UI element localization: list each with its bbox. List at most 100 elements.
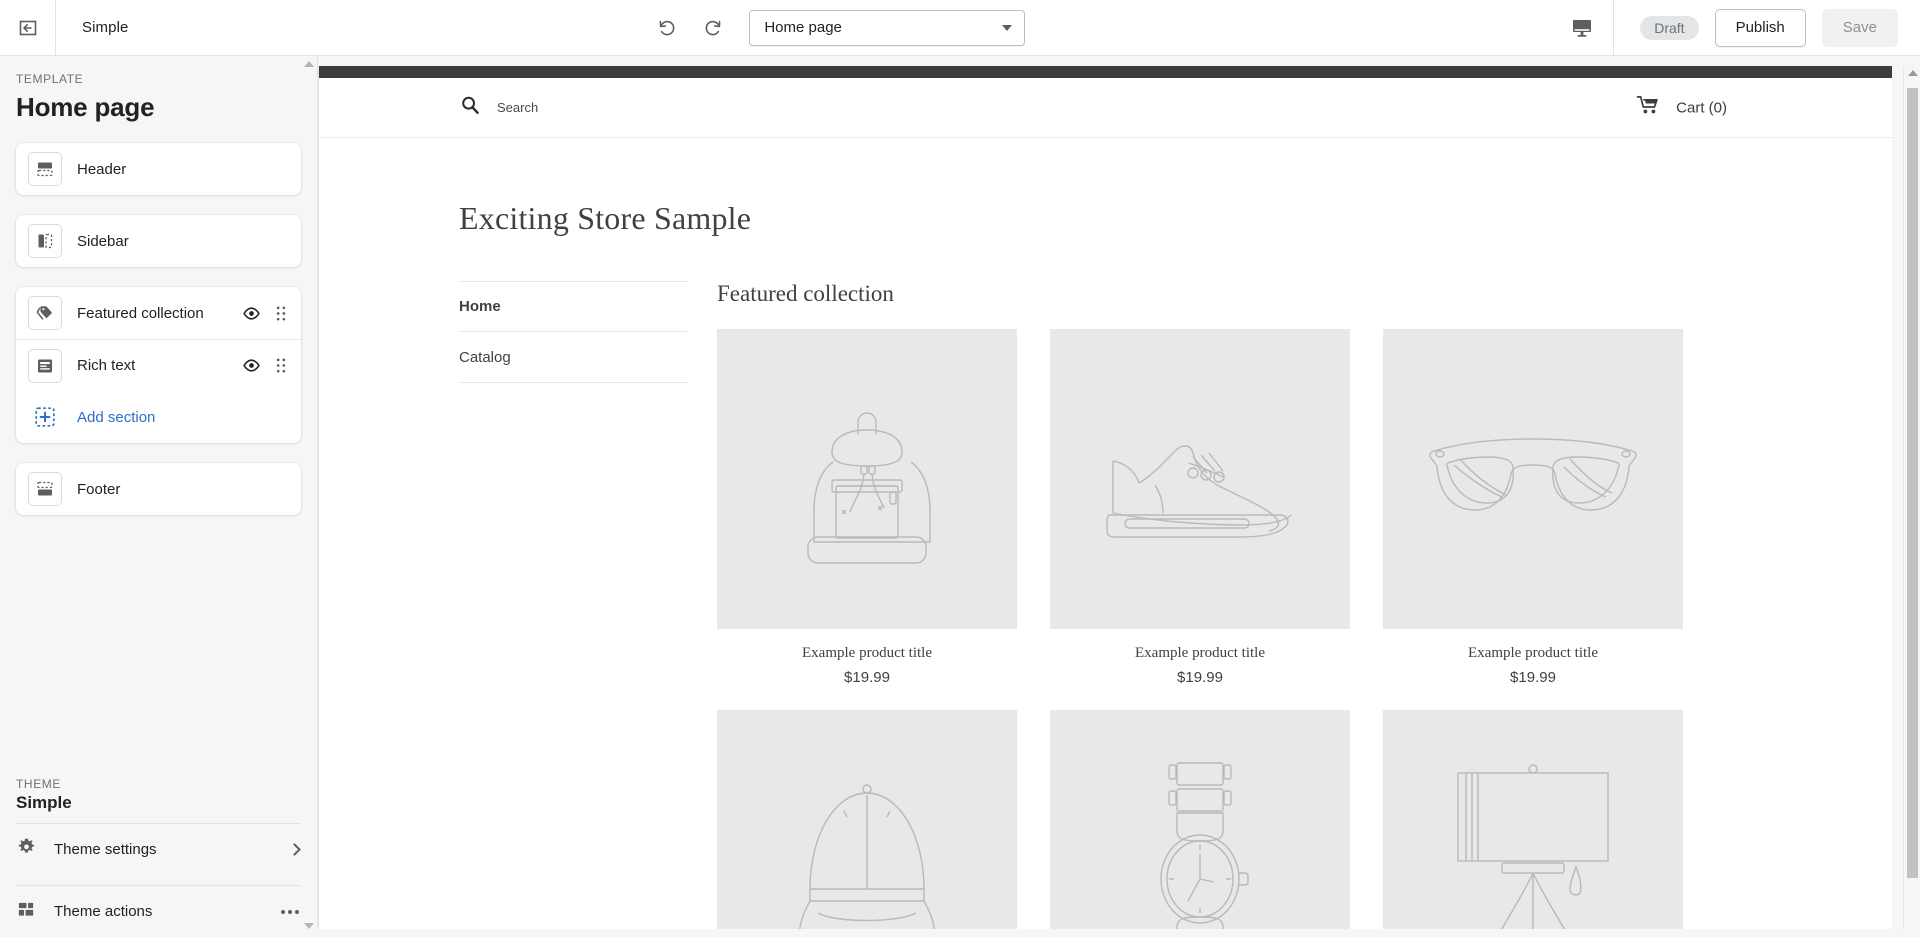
cart-label: Cart (0) (1676, 99, 1727, 116)
sidebar-item-label: Sidebar (77, 233, 287, 250)
sidebar-item-label: Header (77, 161, 287, 178)
publish-button[interactable]: Publish (1715, 9, 1806, 47)
device-preview-button[interactable] (1550, 0, 1614, 55)
nav-item-home[interactable]: Home (459, 281, 687, 332)
product-image (717, 329, 1017, 629)
sidebar-item-header[interactable]: Header (16, 143, 301, 195)
backpack-illustration (762, 374, 972, 584)
gear-icon (16, 837, 37, 863)
theme-kicker: THEME (0, 777, 317, 791)
preview-vertical-scrollbar[interactable] (1903, 66, 1920, 937)
drag-handle-icon[interactable] (275, 305, 287, 322)
page-selector[interactable]: Home page (749, 10, 1025, 46)
featured-collection-section: Featured collection (717, 281, 1892, 937)
page-title: Home page (0, 86, 317, 123)
cart-link[interactable]: Cart (0) (1636, 94, 1727, 121)
add-section-button[interactable]: Add section (16, 391, 301, 443)
preview-area: Search Cart (0) Exciting Store Sample Ho… (318, 56, 1920, 937)
search-input-placeholder: Search (497, 100, 538, 115)
editor-top-bar: Simple Home page Draft (0, 0, 1920, 56)
sidebar-item-footer[interactable]: Footer (16, 463, 301, 515)
section-row-actions (242, 356, 287, 375)
back-button[interactable] (0, 0, 56, 55)
eye-icon[interactable] (242, 304, 261, 323)
sidebar-item-label: Featured collection (77, 305, 242, 322)
product-card[interactable]: Example product title $19.99 (717, 710, 1017, 937)
product-card[interactable]: Example product title $19.99 (1383, 329, 1683, 686)
add-section-label: Add section (77, 409, 287, 426)
redo-icon (702, 17, 724, 39)
theme-actions-label: Theme actions (54, 903, 281, 920)
undo-button[interactable] (653, 14, 681, 42)
theme-name-label: Simple (82, 19, 128, 36)
product-card[interactable]: Example product title $19.99 (1050, 329, 1350, 686)
sidebar-layout-icon (28, 224, 62, 258)
store-title: Exciting Store Sample (459, 200, 1892, 237)
product-card[interactable]: Example product title $19.99 (717, 329, 1017, 686)
section-group-body: Featured collection (16, 287, 301, 443)
product-image (717, 710, 1017, 937)
storefront-body: Home Catalog Featured collection (459, 281, 1892, 937)
page-selector-value: Home page (764, 19, 1002, 36)
theme-panel: THEME Simple Theme settings (0, 777, 317, 937)
collection-heading: Featured collection (717, 281, 1892, 307)
bottom-strip (0, 929, 1920, 937)
shopping-cart-icon (1636, 94, 1662, 121)
easel-illustration (1428, 755, 1638, 937)
wristwatch-illustration (1125, 755, 1275, 937)
eyeglasses-illustration (1418, 409, 1648, 549)
product-image (1383, 710, 1683, 937)
section-group-sidebar: Sidebar (16, 215, 301, 267)
undo-icon (656, 17, 678, 39)
drag-handle-icon[interactable] (275, 357, 287, 374)
sidebar-item-label: Rich text (77, 357, 242, 374)
section-group-header: Header (16, 143, 301, 195)
scroll-up-arrow-icon[interactable] (1908, 70, 1918, 76)
editor-sidebar: TEMPLATE Home page Header Sidebar (0, 56, 318, 937)
header-layout-icon (28, 152, 62, 186)
rich-text-icon (28, 349, 62, 383)
redo-button[interactable] (699, 14, 727, 42)
sidebar-item-label: Footer (77, 481, 287, 498)
storefront-preview: Search Cart (0) Exciting Store Sample Ho… (318, 66, 1892, 937)
add-section-icon (28, 400, 62, 434)
ellipsis-icon[interactable] (281, 910, 299, 914)
scrollbar-thumb[interactable] (1907, 88, 1918, 878)
eye-icon[interactable] (242, 356, 261, 375)
product-title: Example product title (1050, 645, 1350, 662)
sneaker-illustration (1085, 389, 1315, 569)
footer-layout-icon (28, 472, 62, 506)
product-image (1383, 329, 1683, 629)
theme-settings-row[interactable]: Theme settings (0, 824, 317, 875)
section-group-footer: Footer (16, 463, 301, 515)
sidebar-item-featured-collection[interactable]: Featured collection (16, 287, 301, 339)
tag-icon (28, 296, 62, 330)
back-arrow-icon (18, 18, 38, 38)
sidebar-item-sidebar[interactable]: Sidebar (16, 215, 301, 267)
cap-illustration (762, 755, 972, 937)
chevron-down-icon (1002, 25, 1012, 31)
search-field[interactable]: Search (459, 94, 538, 121)
product-image (1050, 710, 1350, 937)
product-price: $19.99 (1383, 669, 1683, 686)
chevron-right-icon (288, 843, 301, 856)
theme-settings-label: Theme settings (54, 841, 290, 858)
product-title: Example product title (1383, 645, 1683, 662)
product-title: Example product title (717, 645, 1017, 662)
history-controls (653, 14, 727, 42)
product-card[interactable]: Example product title $19.99 (1383, 710, 1683, 937)
storefront-header: Search Cart (0) (319, 78, 1892, 138)
product-grid: Example product title $19.99 (717, 329, 1892, 937)
sidebar-kicker: TEMPLATE (0, 56, 317, 86)
desktop-monitor-icon (1570, 16, 1594, 40)
product-image (1050, 329, 1350, 629)
theme-title: Simple (0, 791, 317, 813)
product-price: $19.99 (717, 669, 1017, 686)
storefront-announcement-bar (319, 66, 1892, 78)
sidebar-item-rich-text[interactable]: Rich text (16, 339, 301, 391)
product-card[interactable]: Example product title $19.99 (1050, 710, 1350, 937)
save-button[interactable]: Save (1822, 9, 1898, 47)
sidebar-scroll-up-arrow[interactable] (304, 61, 314, 67)
nav-item-catalog[interactable]: Catalog (459, 332, 687, 383)
theme-blocks-icon (16, 899, 37, 925)
